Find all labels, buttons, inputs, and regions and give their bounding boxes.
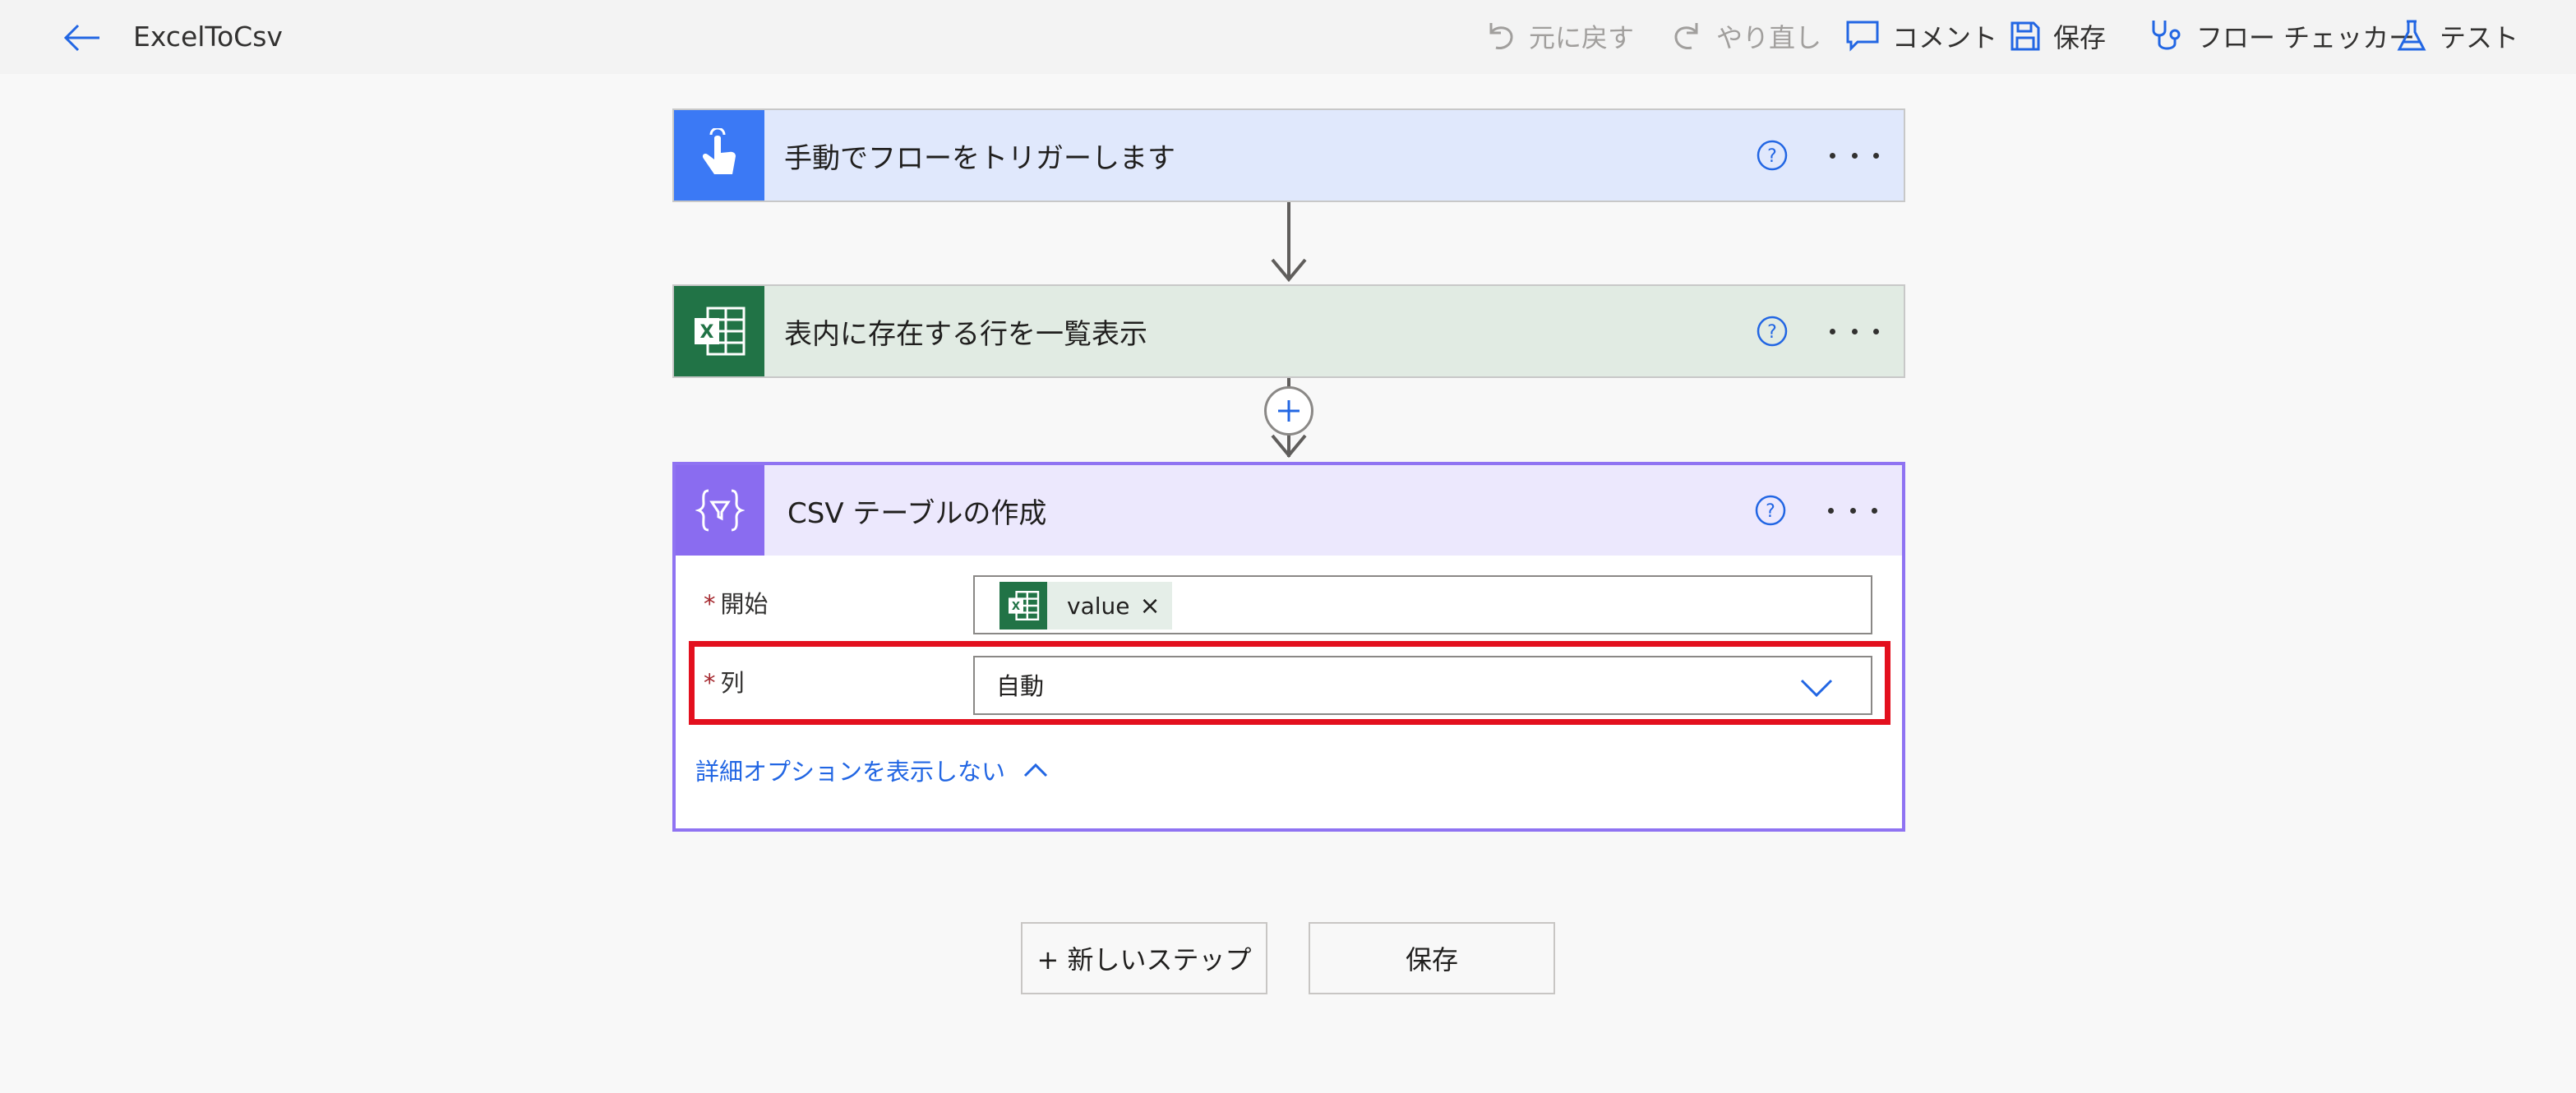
- step-title: 手動でフローをトリガーします: [784, 141, 1175, 175]
- columns-label-text: 列: [720, 669, 745, 697]
- csv-card-header[interactable]: CSV テーブルの作成 ?: [676, 465, 1902, 556]
- from-label-text: 開始: [720, 590, 769, 618]
- trigger-icon-box: [674, 110, 764, 201]
- csv-icon-box: [676, 465, 764, 556]
- data-operation-icon: [695, 489, 745, 532]
- plus-icon: [1278, 400, 1300, 422]
- step-title: 表内に存在する行を一覧表示: [784, 317, 1147, 351]
- svg-text:?: ?: [1766, 501, 1775, 522]
- comment-label: コメント: [1892, 22, 1998, 53]
- more-icon: [1830, 328, 1835, 334]
- flow-checker-label: フロー チェッカー: [2196, 22, 2416, 53]
- required-mark: *: [704, 590, 716, 618]
- flow-title: ExcelToCsv: [133, 21, 283, 53]
- bottom-save-button[interactable]: 保存: [1309, 922, 1555, 994]
- save-label: 保存: [2053, 22, 2107, 53]
- undo-label: 元に戻す: [1529, 22, 1635, 53]
- svg-text:?: ?: [1767, 146, 1777, 167]
- excel-icon: X: [1009, 591, 1040, 620]
- excel-icon: X: [695, 307, 746, 356]
- columns-select-value: 自動: [996, 672, 1045, 700]
- from-field-label: * 開始: [704, 585, 769, 620]
- undo-icon: [1489, 23, 1513, 49]
- chevron-up-icon: [1023, 763, 1048, 777]
- excel-icon-box: X: [674, 286, 764, 376]
- test-label: テスト: [2440, 22, 2519, 53]
- help-icon[interactable]: ?: [1756, 315, 1789, 348]
- comment-icon: [1846, 21, 1879, 52]
- stethoscope-icon: [2152, 21, 2181, 50]
- save-button[interactable]: 保存: [2010, 12, 2106, 61]
- redo-button[interactable]: やり直し: [1672, 12, 1821, 61]
- excel-token-icon-box: X: [999, 582, 1047, 630]
- back-arrow-icon: [63, 24, 99, 52]
- connector-arrow-icon: [1271, 258, 1307, 283]
- step-card-csv-table: CSV テーブルの作成 ? * 開始 X value × * 列 自動 詳細オプ…: [672, 462, 1905, 832]
- more-icon: [1828, 507, 1834, 514]
- hide-advanced-options-link[interactable]: 詳細オプションを表示しない: [695, 753, 1048, 787]
- more-icon: [1830, 152, 1835, 159]
- touch-hand-icon: [702, 128, 736, 174]
- required-mark: *: [704, 669, 716, 697]
- from-input[interactable]: X value ×: [973, 575, 1872, 634]
- step-title: CSV テーブルの作成: [787, 496, 1047, 530]
- save-icon: [2010, 21, 2040, 51]
- step-card-list-rows[interactable]: X 表内に存在する行を一覧表示 ?: [672, 284, 1905, 378]
- token-label: value: [1067, 592, 1130, 620]
- test-button[interactable]: テスト: [2397, 12, 2518, 61]
- help-icon[interactable]: ?: [1756, 139, 1789, 172]
- svg-text:X: X: [1012, 601, 1020, 613]
- command-bar: ExcelToCsv 元に戻す やり直し コメント 保存 フロー チェッカー テ…: [0, 0, 2576, 74]
- flow-checker-button[interactable]: フロー チェッカー: [2150, 12, 2415, 61]
- more-options-button[interactable]: [1830, 139, 1879, 172]
- help-icon[interactable]: ?: [1754, 494, 1787, 527]
- undo-button[interactable]: 元に戻す: [1484, 12, 1634, 61]
- remove-token-button[interactable]: ×: [1139, 592, 1171, 620]
- more-options-button[interactable]: [1828, 494, 1877, 527]
- columns-select[interactable]: 自動: [973, 656, 1872, 715]
- flask-icon: [2397, 20, 2426, 51]
- comment-button[interactable]: コメント: [1846, 12, 1997, 61]
- more-options-button[interactable]: [1830, 315, 1879, 348]
- svg-text:X: X: [700, 322, 714, 343]
- new-step-button[interactable]: + 新しいステップ: [1021, 922, 1267, 994]
- chevron-down-icon[interactable]: [1798, 671, 1835, 703]
- advanced-toggle-label: 詳細オプションを表示しない: [695, 758, 1006, 786]
- back-button[interactable]: [59, 15, 105, 61]
- redo-icon: [1674, 23, 1698, 49]
- redo-label: やり直し: [1716, 22, 1822, 53]
- step-card-trigger[interactable]: 手動でフローをトリガーします ?: [672, 108, 1905, 202]
- columns-field-label: * 列: [704, 664, 745, 699]
- dynamic-content-token[interactable]: X value ×: [999, 582, 1172, 630]
- svg-text:?: ?: [1767, 322, 1777, 343]
- insert-step-button[interactable]: [1264, 386, 1313, 436]
